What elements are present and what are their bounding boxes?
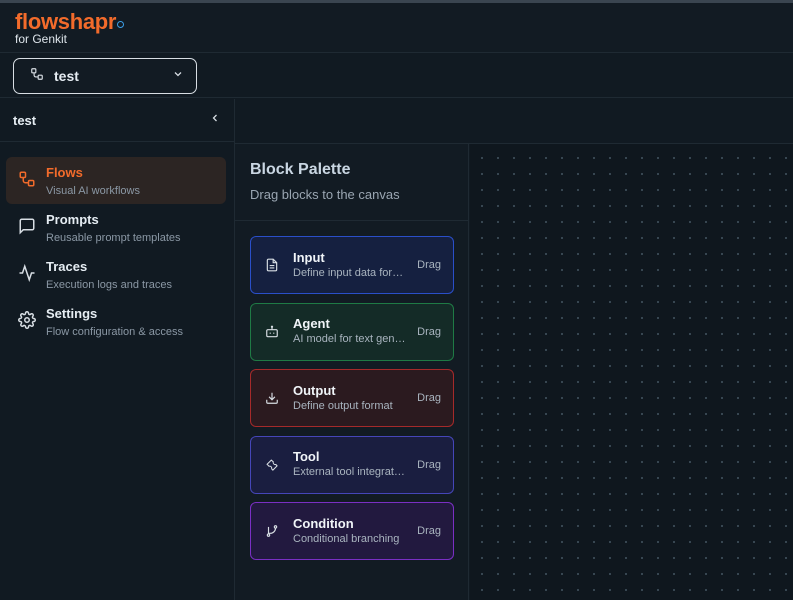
app-header: flowshapr for Genkit — [0, 3, 793, 53]
sidebar-item-settings[interactable]: Settings Flow configuration & access — [6, 298, 226, 345]
bot-icon — [265, 325, 281, 339]
block-palette: Block Palette Drag blocks to the canvas … — [235, 144, 469, 600]
wrench-icon — [265, 458, 281, 472]
app-logo[interactable]: flowshapr for Genkit — [15, 9, 125, 46]
sidebar-header: test — [0, 99, 234, 142]
palette-header: Block Palette Drag blocks to the canvas — [235, 144, 468, 221]
sidebar-item-flows[interactable]: Flows Visual AI workflows — [6, 157, 226, 204]
chevron-down-icon — [172, 67, 184, 85]
block-desc: Conditional branching — [293, 532, 400, 545]
flow-selector[interactable]: test — [13, 58, 197, 94]
drag-label: Drag — [417, 325, 441, 338]
block-name: Tool — [293, 449, 320, 464]
file-icon — [265, 258, 281, 272]
block-desc: External tool integration — [293, 466, 407, 478]
drag-label: Drag — [417, 458, 441, 471]
sidebar-item-prompts[interactable]: Prompts Reusable prompt templates — [6, 204, 226, 251]
activity-icon — [18, 263, 38, 287]
block-condition[interactable]: Condition Conditional branching Drag — [250, 502, 454, 560]
branch-icon — [265, 524, 281, 538]
block-name: Input — [293, 249, 325, 265]
flow-selector-value: test — [54, 68, 79, 84]
block-input[interactable]: Input Define input data format Drag — [250, 236, 454, 294]
sidebar-title: test — [13, 112, 37, 128]
sidebar-item-label: Flows — [46, 165, 83, 180]
sidebar-item-desc: Execution logs and traces — [46, 279, 172, 291]
drag-label: Drag — [417, 392, 441, 404]
flow-bar: test — [0, 54, 793, 98]
palette-blocks: Input Define input data format Drag Agen… — [235, 221, 468, 560]
sidebar-item-label: Prompts — [46, 212, 99, 227]
drag-label: Drag — [417, 259, 441, 271]
palette-title: Block Palette — [250, 161, 351, 178]
palette-subtitle: Drag blocks to the canvas — [250, 187, 400, 202]
download-icon — [265, 391, 281, 405]
sidebar-item-desc: Flow configuration & access — [46, 326, 183, 338]
flow-icon — [30, 67, 44, 86]
block-desc: Define input data format — [293, 266, 407, 279]
logo-subtitle: for Genkit — [15, 32, 68, 46]
sidebar-item-label: Traces — [46, 259, 88, 274]
block-desc: Define output format — [293, 399, 393, 412]
gear-icon — [18, 311, 38, 334]
block-name: Agent — [293, 316, 330, 331]
flow-canvas[interactable] — [470, 144, 793, 600]
block-name: Output — [293, 382, 336, 398]
sidebar-item-traces[interactable]: Traces Execution logs and traces — [6, 251, 226, 298]
message-icon — [18, 217, 38, 240]
block-agent[interactable]: Agent AI model for text generation Drag — [250, 302, 454, 361]
collapse-sidebar-icon[interactable] — [209, 111, 221, 129]
block-tool[interactable]: Tool External tool integration Drag — [250, 435, 454, 494]
editor-toolbar — [235, 99, 793, 144]
block-name: Condition — [293, 515, 354, 531]
sidebar-item-desc: Reusable prompt templates — [46, 232, 181, 244]
sidebar-nav: Flows Visual AI workflows Prompts Reusab… — [0, 142, 234, 345]
logo-text: flowshapr — [15, 9, 117, 34]
flow-icon — [18, 170, 38, 193]
sidebar-item-desc: Visual AI workflows — [46, 185, 140, 197]
sidebar-item-label: Settings — [46, 306, 98, 321]
sidebar: test Flows Visual AI workflows Prompts R… — [0, 99, 235, 600]
logo-dot-icon — [117, 21, 125, 28]
drag-label: Drag — [417, 525, 441, 537]
block-desc: AI model for text generation — [293, 333, 407, 345]
block-output[interactable]: Output Define output format Drag — [250, 369, 454, 427]
